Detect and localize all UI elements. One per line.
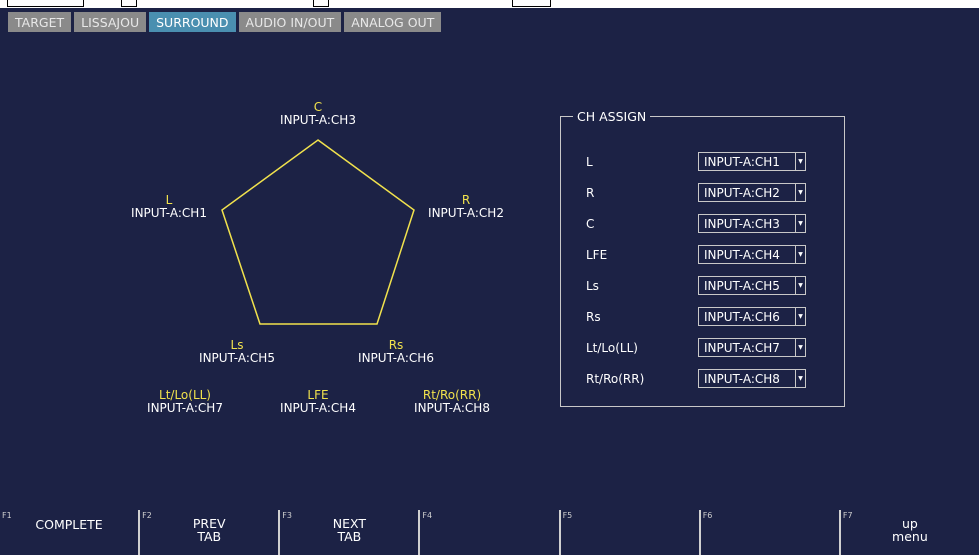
ch-assign-row-c: C INPUT-A:CH3 ▼ [586,214,836,234]
dropdown-arrow-icon: ▼ [795,370,805,387]
ch-label: C [586,217,595,231]
speaker-source: INPUT-A:CH6 [358,351,434,365]
speaker-source: INPUT-A:CH7 [147,401,223,415]
ch-select-value: INPUT-A:CH8 [704,372,780,386]
f1-complete-button[interactable]: F1 COMPLETE [0,510,139,555]
ch-assign-panel: CH ASSIGN L INPUT-A:CH1 ▼ R INPUT-A:CH2 … [560,109,845,407]
ch-label: L [586,155,593,169]
ch-label: Rt/Ro(RR) [586,372,645,386]
speaker-label-r: R INPUT-A:CH2 [428,194,504,220]
dropdown-arrow-icon: ▼ [795,339,805,356]
f3-next-tab-button[interactable]: F3 NEXT TAB [278,510,419,555]
dropdown-arrow-icon: ▼ [795,184,805,201]
speaker-label-c: C INPUT-A:CH3 [280,101,356,127]
dropdown-arrow-icon: ▼ [795,277,805,294]
function-key-bar: F1 COMPLETE F2 PREV TAB F3 NEXT TAB F4 F… [0,510,979,555]
ch-select-ls[interactable]: INPUT-A:CH5 ▼ [698,276,806,295]
f4-button[interactable]: F4 [418,510,559,555]
speaker-source: INPUT-A:CH3 [280,113,356,127]
speaker-source: INPUT-A:CH2 [428,206,504,220]
ch-select-l[interactable]: INPUT-A:CH1 ▼ [698,152,806,171]
f6-button[interactable]: F6 [698,510,839,555]
ch-label: Ls [586,279,599,293]
ch-select-rt-ro[interactable]: INPUT-A:CH8 ▼ [698,369,806,388]
ch-select-value: INPUT-A:CH4 [704,248,780,262]
ch-assign-row-r: R INPUT-A:CH2 ▼ [586,183,836,203]
fkey-label: up menu [892,516,928,544]
speaker-label-lfe: LFE INPUT-A:CH4 [280,389,356,415]
dropdown-arrow-icon: ▼ [795,153,805,170]
speaker-source: INPUT-A:CH5 [199,351,275,365]
ch-select-c[interactable]: INPUT-A:CH3 ▼ [698,214,806,233]
speaker-source: INPUT-A:CH4 [280,401,356,415]
f2-prev-tab-button[interactable]: F2 PREV TAB [138,510,279,555]
ch-assign-title: CH ASSIGN [573,109,651,124]
ch-label: LFE [586,248,608,262]
speaker-source: INPUT-A:CH8 [414,401,490,415]
dropdown-arrow-icon: ▼ [795,215,805,232]
fkey-number: F6 [702,511,713,520]
speaker-label-rs: Rs INPUT-A:CH6 [358,339,434,365]
ch-select-lfe[interactable]: INPUT-A:CH4 ▼ [698,245,806,264]
fkey-label: COMPLETE [35,517,103,532]
ch-assign-row-lfe: LFE INPUT-A:CH4 ▼ [586,245,836,265]
f7-up-menu-button[interactable]: F7 up menu [838,510,979,555]
ch-assign-row-l: L INPUT-A:CH1 ▼ [586,152,836,172]
ch-assign-row-rt-ro: Rt/Ro(RR) INPUT-A:CH8 ▼ [586,369,836,389]
ch-select-value: INPUT-A:CH6 [704,310,780,324]
fkey-label: PREV TAB [192,516,226,544]
ch-select-value: INPUT-A:CH5 [704,279,780,293]
ch-select-value: INPUT-A:CH7 [704,341,780,355]
ch-select-rs[interactable]: INPUT-A:CH6 ▼ [698,307,806,326]
ch-select-value: INPUT-A:CH1 [704,155,780,169]
speaker-label-ls: Ls INPUT-A:CH5 [199,339,275,365]
ch-label: R [586,186,595,200]
ch-select-value: INPUT-A:CH2 [704,186,780,200]
ch-assign-row-ls: Ls INPUT-A:CH5 ▼ [586,276,836,296]
ch-assign-row-lt-lo: Lt/Lo(LL) INPUT-A:CH7 ▼ [586,338,836,358]
fkey-number: F5 [562,511,573,520]
speaker-pentagon [221,139,415,325]
speaker-source: INPUT-A:CH1 [131,206,207,220]
fkey-number: F4 [422,511,433,520]
speaker-label-rt-ro: Rt/Ro(RR) INPUT-A:CH8 [414,389,490,415]
ch-select-value: INPUT-A:CH3 [704,217,780,231]
dropdown-arrow-icon: ▼ [795,246,805,263]
speaker-label-l: L INPUT-A:CH1 [131,194,207,220]
ch-label: Lt/Lo(LL) [586,341,638,355]
ch-label: Rs [586,310,601,324]
ch-assign-row-rs: Rs INPUT-A:CH6 ▼ [586,307,836,327]
ch-select-r[interactable]: INPUT-A:CH2 ▼ [698,183,806,202]
ch-select-lt-lo[interactable]: INPUT-A:CH7 ▼ [698,338,806,357]
f5-button[interactable]: F5 [558,510,699,555]
speaker-label-lt-lo: Lt/Lo(LL) INPUT-A:CH7 [147,389,223,415]
fkey-label: NEXT TAB [332,516,366,544]
dropdown-arrow-icon: ▼ [795,308,805,325]
